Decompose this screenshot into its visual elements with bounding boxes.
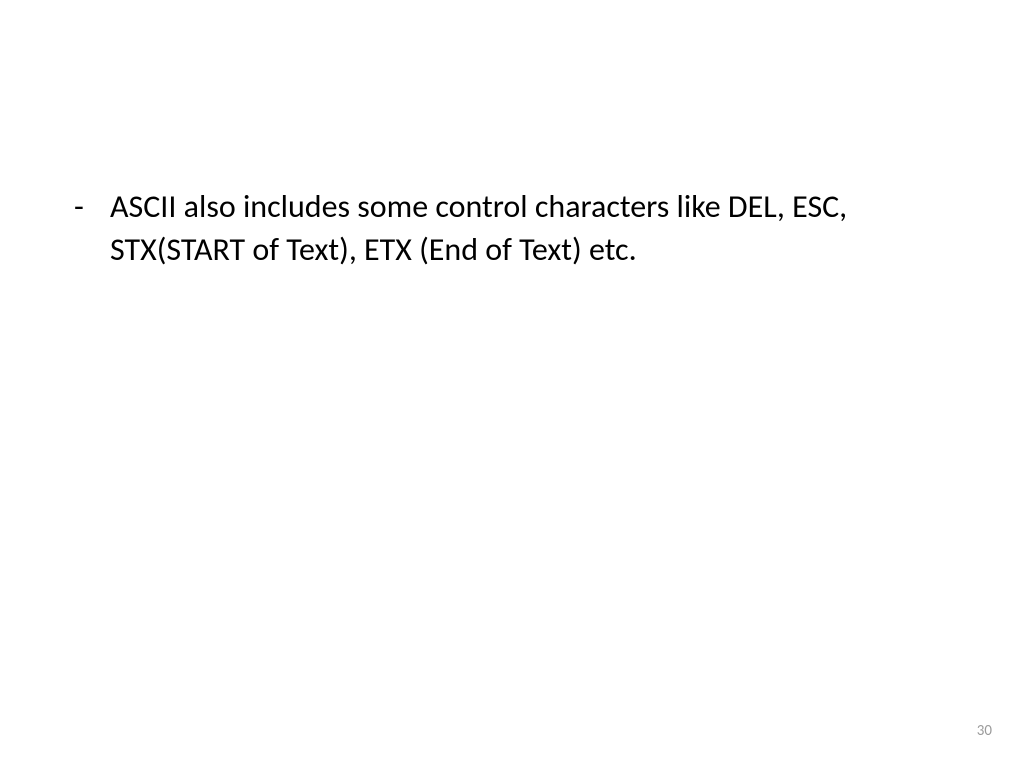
bullet-item: - ASCII also includes some control chara… — [70, 185, 964, 271]
page-number: 30 — [977, 722, 992, 740]
bullet-text: ASCII also includes some control charact… — [110, 185, 964, 271]
slide-content: - ASCII also includes some control chara… — [70, 185, 964, 271]
bullet-marker: - — [70, 185, 110, 228]
